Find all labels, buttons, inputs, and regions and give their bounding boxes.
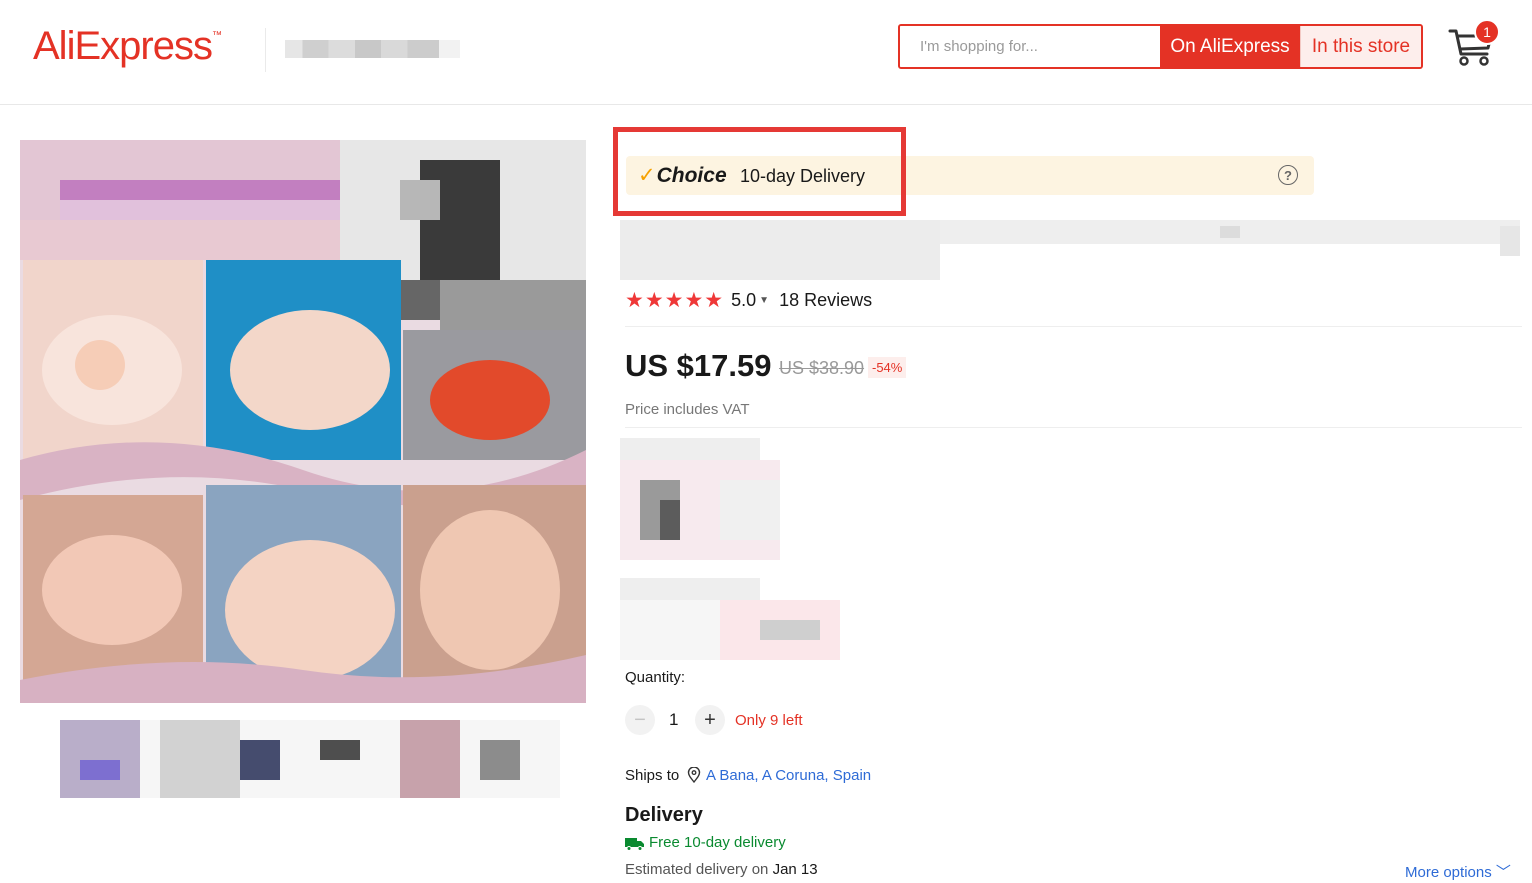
star-rating-icons: ★★★★★ xyxy=(625,288,725,312)
stock-warning: Only 9 left xyxy=(735,712,803,729)
quantity-label: Quantity: xyxy=(625,669,686,686)
ship-location-link[interactable]: A Bana, A Coruna, Spain xyxy=(706,767,871,784)
search-input[interactable] xyxy=(900,26,1160,67)
search-on-aliexpress-button[interactable]: On AliExpress xyxy=(1160,26,1300,67)
free-delivery-text: Free 10-day delivery xyxy=(649,834,786,851)
header-divider xyxy=(265,28,266,72)
original-price: US $38.90 xyxy=(779,358,865,378)
chevron-down-icon[interactable]: ▼ xyxy=(759,295,769,306)
divider xyxy=(625,427,1522,428)
quantity-decrease-button[interactable]: − xyxy=(625,705,655,735)
variant-options-blurred[interactable] xyxy=(620,438,850,660)
search-in-store-button[interactable]: In this store xyxy=(1300,26,1421,67)
site-header: AliExpress™ On AliExpress In this store … xyxy=(0,0,1532,105)
cart-count-badge: 1 xyxy=(1474,19,1500,45)
current-price: US $17.59 xyxy=(625,348,772,383)
vat-note: Price includes VAT xyxy=(625,401,750,418)
product-title-blurred xyxy=(620,220,1520,280)
product-photo-collage xyxy=(20,140,586,703)
aliexpress-logo[interactable]: AliExpress™ xyxy=(33,24,222,69)
rating-value[interactable]: 5.0 xyxy=(731,290,756,311)
product-main-image[interactable] xyxy=(20,140,586,703)
highlight-annotation-box xyxy=(613,127,906,216)
discount-badge: -54% xyxy=(868,357,907,378)
more-options-link[interactable]: More options ﹀ xyxy=(1405,861,1511,882)
quantity-value[interactable]: 1 xyxy=(669,710,678,730)
rating-row: ★★★★★ 5.0 ▼ 18 Reviews xyxy=(625,288,872,312)
help-icon[interactable]: ? xyxy=(1278,165,1298,185)
truck-icon xyxy=(625,838,644,851)
search-bar: On AliExpress In this store xyxy=(898,24,1423,69)
delivery-title: Delivery xyxy=(625,804,703,826)
store-name-blurred[interactable] xyxy=(285,40,460,58)
thumbnail-strip[interactable] xyxy=(60,720,560,798)
location-pin-icon xyxy=(687,767,701,783)
quantity-increase-button[interactable]: + xyxy=(695,705,725,735)
ships-to-label: Ships to xyxy=(625,767,680,784)
divider xyxy=(625,326,1522,327)
estimated-delivery: Estimated delivery on Jan 13 xyxy=(625,861,818,878)
reviews-link[interactable]: 18 Reviews xyxy=(779,290,872,311)
